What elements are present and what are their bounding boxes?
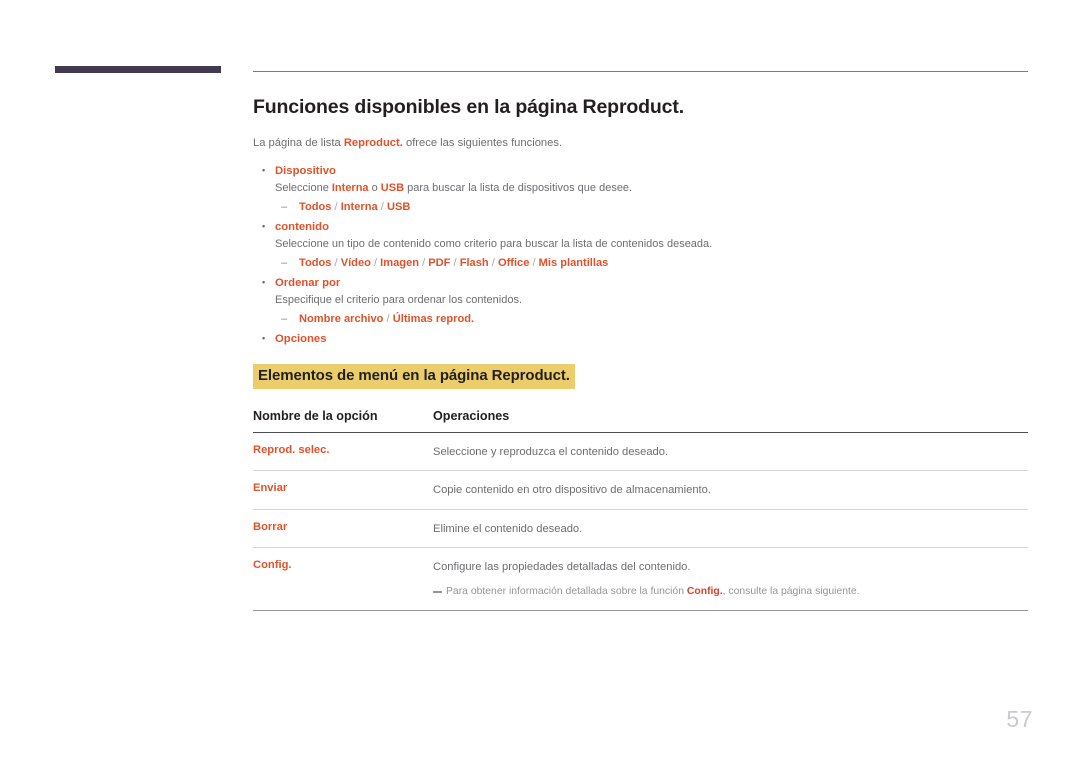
option-value: Vídeo bbox=[340, 256, 371, 269]
intro-highlight: Reproduct. bbox=[343, 137, 403, 150]
note-text-before: Para obtener información detallada sobre… bbox=[446, 586, 687, 598]
table-row: Reprod. selec. Seleccione y reproduzca e… bbox=[253, 432, 1028, 472]
page-content: Funciones disponibles en la página Repro… bbox=[253, 96, 1028, 611]
option-value: Nombre archivo bbox=[299, 313, 384, 325]
feature-name: Ordenar por bbox=[253, 273, 1028, 293]
intro-text-after: ofrece las siguientes funciones. bbox=[402, 137, 563, 150]
page-title: Funciones disponibles en la página Repro… bbox=[253, 96, 684, 118]
table-row: Enviar Copie contenido en otro dispositi… bbox=[253, 470, 1028, 510]
option-value: USB bbox=[386, 200, 411, 213]
option-separator: / bbox=[419, 256, 429, 269]
feature-name: contenido bbox=[253, 217, 1028, 237]
option-value: Imagen bbox=[380, 256, 420, 269]
option-separator: / bbox=[370, 256, 381, 269]
feature-list: Dispositivo Seleccione Interna o USB par… bbox=[253, 161, 1028, 349]
page-number: 57 bbox=[1006, 706, 1033, 732]
column-header-operations: Operaciones bbox=[433, 409, 1028, 434]
decorative-corner-bar bbox=[55, 66, 221, 73]
feature-item-contenido: contenido Seleccione un tipo de contenid… bbox=[253, 217, 1028, 273]
option-value: Mis plantillas bbox=[538, 256, 609, 269]
feature-description: Especifique el criterio para ordenar los… bbox=[275, 294, 523, 307]
feature-item-opciones: Opciones bbox=[253, 329, 1028, 349]
operation-cell: Elimine el contenido deseado. bbox=[433, 509, 1028, 548]
table-row: Borrar Elimine el contenido deseado. bbox=[253, 509, 1028, 548]
feature-options: Todos / Vídeo / Imagen / PDF / Flash / O… bbox=[253, 254, 1028, 273]
option-value: Flash bbox=[459, 256, 489, 269]
option-value: PDF bbox=[428, 256, 451, 269]
operation-text: Configure las propiedades detalladas del… bbox=[433, 560, 691, 573]
feature-name: Opciones bbox=[253, 329, 1028, 349]
feature-item-ordenar-por: Ordenar por Especifique el criterio para… bbox=[253, 273, 1028, 329]
feature-desc-highlight-usb: USB bbox=[380, 182, 405, 195]
intro-paragraph: La página de lista Reproduct. ofrece las… bbox=[253, 135, 1028, 151]
option-name-cell: Config. bbox=[253, 547, 433, 611]
feature-name: Dispositivo bbox=[253, 161, 1028, 181]
feature-description: Seleccione un tipo de contenido como cri… bbox=[275, 238, 713, 251]
option-name-cell: Enviar bbox=[253, 470, 433, 510]
option-separator: / bbox=[383, 313, 393, 325]
feature-description: Seleccione Interna o USB para buscar la … bbox=[253, 180, 1028, 198]
feature-options: Nombre archivo / Últimas reprod. bbox=[253, 310, 1028, 329]
column-header-option-name: Nombre de la opción bbox=[253, 409, 433, 434]
option-separator: / bbox=[450, 256, 460, 269]
intro-text-before: La página de lista bbox=[253, 137, 344, 150]
header-divider bbox=[253, 71, 1028, 72]
option-value: Últimas reprod. bbox=[392, 313, 475, 325]
option-separator: / bbox=[488, 256, 498, 269]
subheading-highlighted: Elementos de menú en la página Reproduct… bbox=[253, 364, 575, 390]
option-value: Todos bbox=[299, 200, 332, 213]
option-value: Interna bbox=[340, 200, 378, 213]
option-separator: / bbox=[377, 200, 387, 213]
note-text-after: , consulte la página siguiente. bbox=[722, 586, 860, 598]
option-value: Todos bbox=[299, 256, 332, 269]
option-separator: / bbox=[529, 256, 539, 269]
feature-desc-after: para buscar la lista de dispositivos que… bbox=[404, 182, 633, 195]
option-value: Office bbox=[497, 256, 530, 269]
feature-options: Todos / Interna / USB bbox=[253, 198, 1028, 217]
operation-cell: Seleccione y reproduzca el contenido des… bbox=[433, 432, 1028, 472]
feature-desc-mid: o bbox=[368, 182, 381, 195]
note-highlight: Config. bbox=[686, 586, 723, 598]
option-name-cell: Reprod. selec. bbox=[253, 432, 433, 472]
operation-cell: Configure las propiedades detalladas del… bbox=[433, 547, 1028, 611]
table-header-row: Nombre de la opción Operaciones bbox=[253, 409, 1028, 434]
option-separator: / bbox=[331, 200, 341, 213]
table-row: Config. Configure las propiedades detall… bbox=[253, 547, 1028, 611]
feature-item-dispositivo: Dispositivo Seleccione Interna o USB par… bbox=[253, 161, 1028, 217]
option-name-cell: Borrar bbox=[253, 509, 433, 548]
operation-note: Para obtener información detallada sobre… bbox=[433, 585, 1028, 600]
option-separator: / bbox=[331, 256, 341, 269]
feature-desc-highlight-interna: Interna bbox=[331, 182, 369, 195]
operation-cell: Copie contenido en otro dispositivo de a… bbox=[433, 470, 1028, 510]
menu-items-table: Nombre de la opción Operaciones Reprod. … bbox=[253, 409, 1028, 611]
subheading-wrapper: Elementos de menú en la página Reproduct… bbox=[253, 364, 1028, 390]
feature-desc-before: Seleccione bbox=[275, 182, 332, 195]
